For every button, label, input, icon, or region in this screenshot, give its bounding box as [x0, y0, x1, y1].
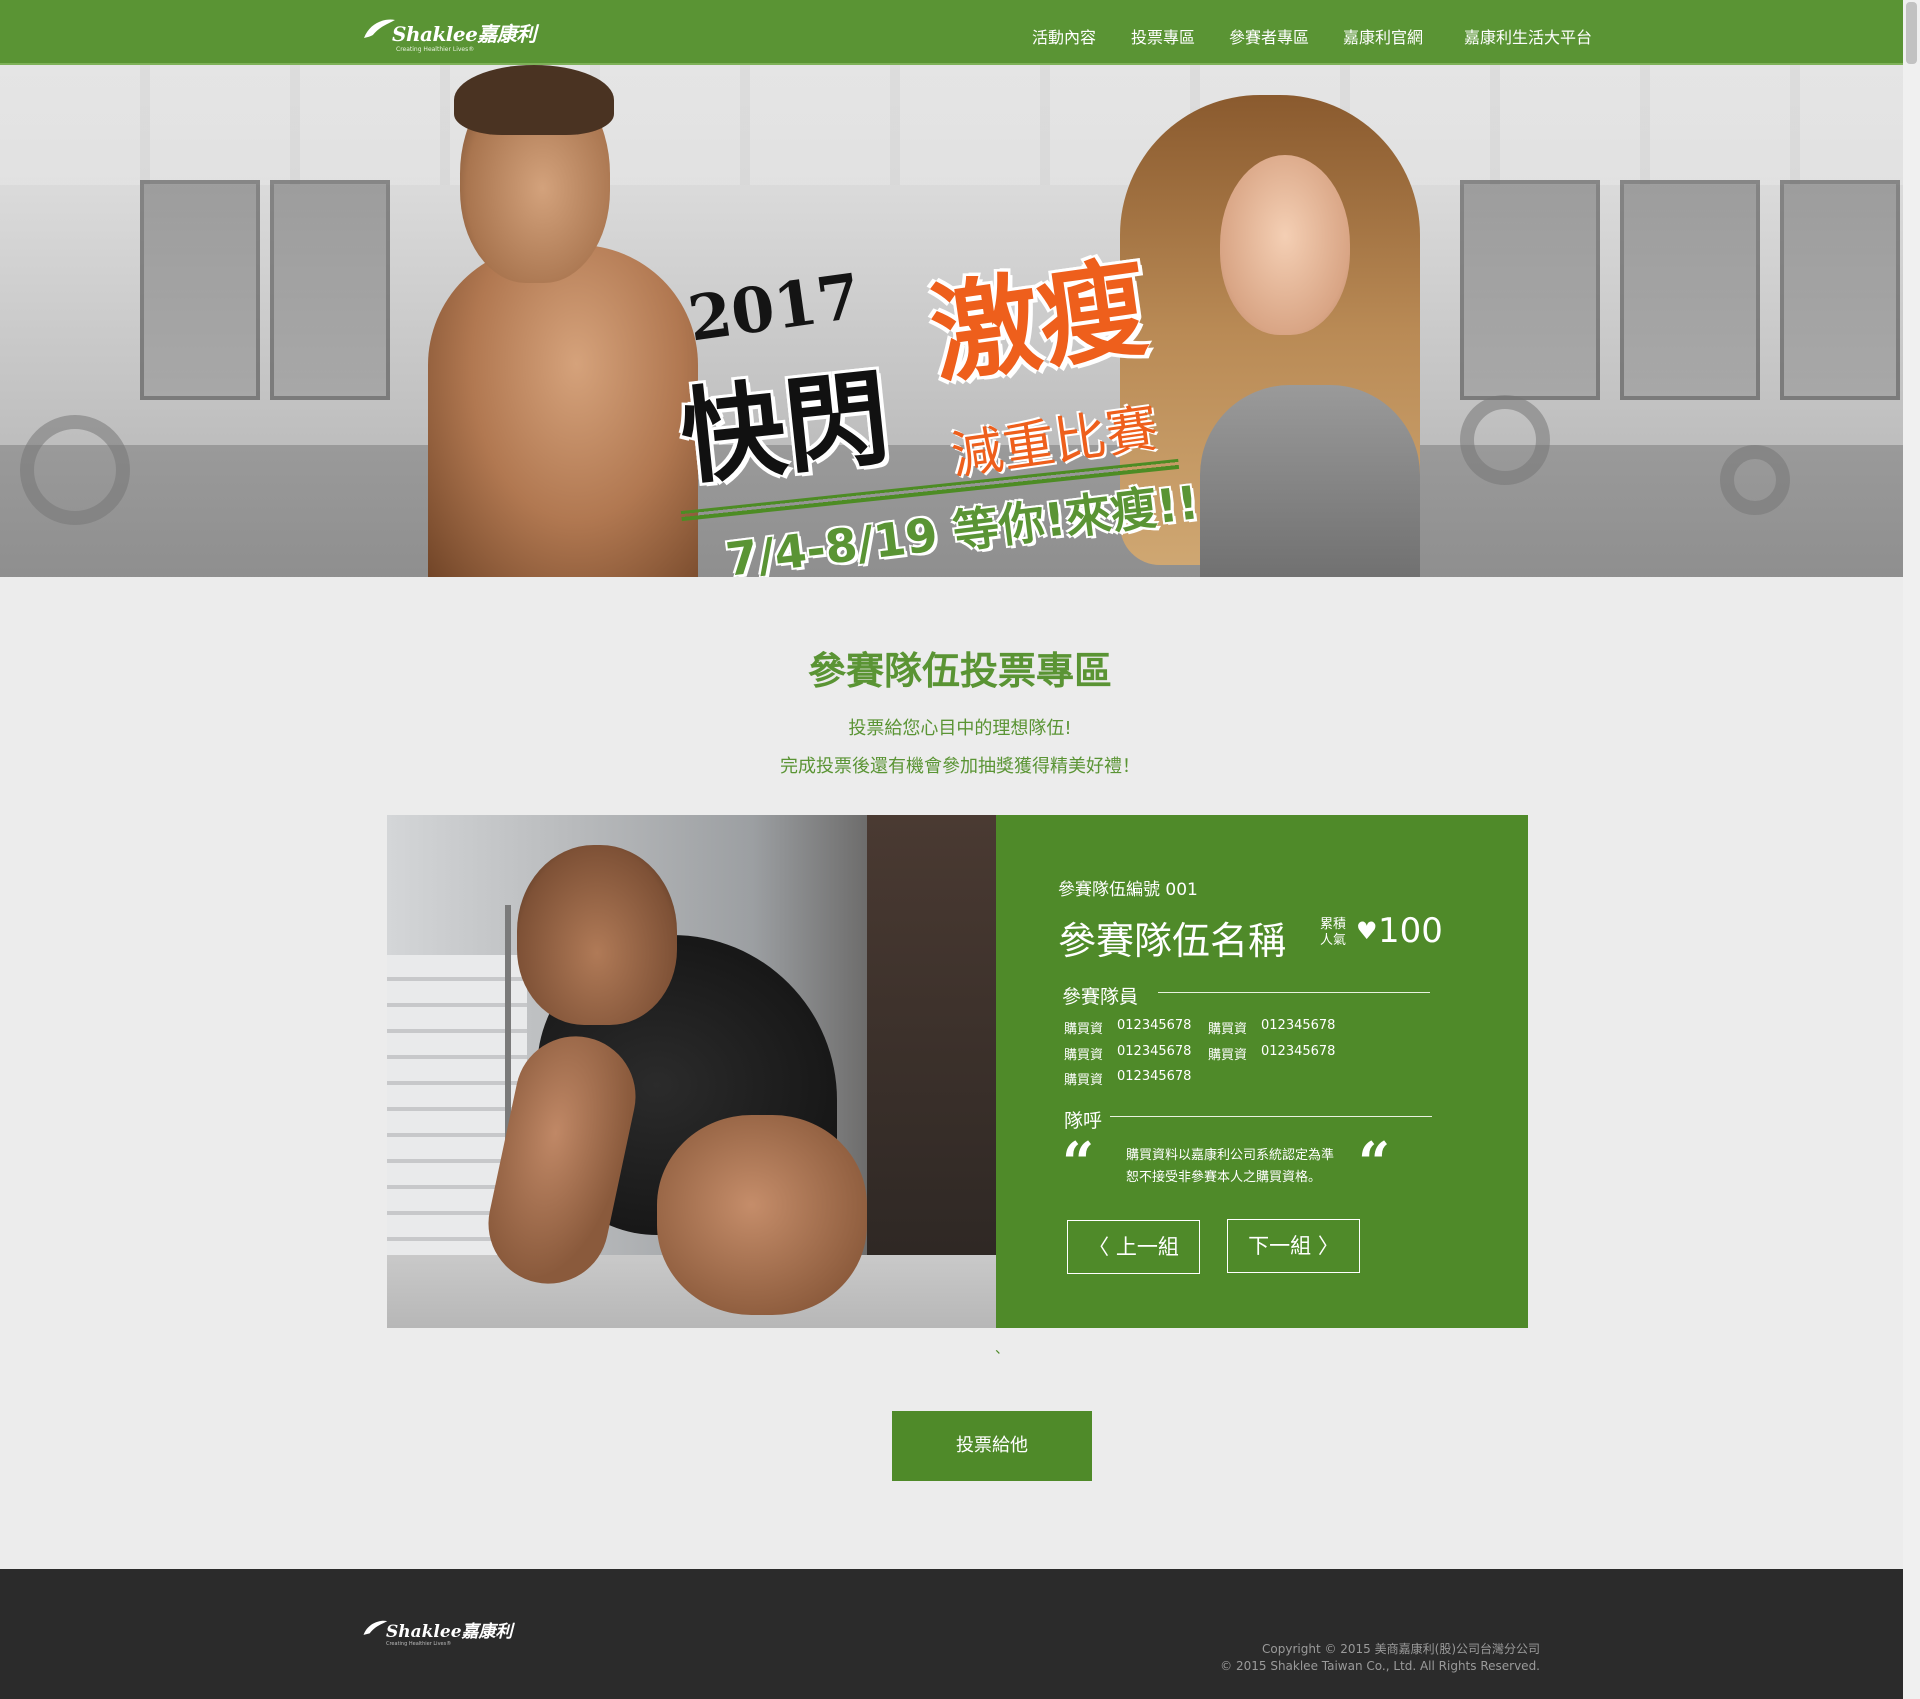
- popularity-label: 累積 人氣: [1319, 917, 1346, 948]
- member-value: 012345678: [1117, 1069, 1192, 1084]
- member-value: 012345678: [1117, 1044, 1192, 1059]
- nav-item-life-platform[interactable]: 嘉康利生活大平台: [1464, 24, 1592, 48]
- footer-logo[interactable]: Shaklee嘉康利 Creating Healthier Lives®: [362, 1617, 542, 1653]
- hero-headline: 2017 激瘦 快閃 減重比賽 7/4-8/19 等你!來瘦!!: [660, 195, 1220, 577]
- team-name: 參賽隊伍名稱: [1058, 919, 1287, 963]
- member-label: 購買資: [1064, 1073, 1104, 1088]
- nav-item-activity[interactable]: 活動內容: [1032, 24, 1096, 48]
- hero-title-orange: 激瘦: [923, 245, 1155, 400]
- hero-banner: 2017 激瘦 快閃 減重比賽 7/4-8/19 等你!來瘦!!: [0, 65, 1920, 577]
- member-label: 購買資: [1208, 1022, 1248, 1037]
- gym-equipment: [1460, 395, 1550, 485]
- members-title: 參賽隊員: [1062, 986, 1139, 1008]
- gym-ceiling: [0, 65, 1920, 185]
- prev-team-button[interactable]: 〈 上一組: [1067, 1220, 1200, 1274]
- gym-window: [270, 180, 390, 400]
- slogan-title: 隊呼: [1064, 1110, 1103, 1132]
- vote-count: 100: [1378, 911, 1443, 951]
- footer: Shaklee嘉康利 Creating Healthier Lives® Cop…: [0, 1569, 1920, 1699]
- footer-logo-tagline: Creating Healthier Lives®: [386, 1641, 452, 1647]
- member-value: 012345678: [1261, 1018, 1336, 1033]
- section-title: 參賽隊伍投票專區: [807, 649, 1112, 693]
- top-nav-bar: Shaklee嘉康利 Creating Healthier Lives® 活動內…: [0, 0, 1920, 65]
- team-info-panel: 參賽隊伍編號 001 參賽隊伍名稱 累積 人氣 ♥ 100 參賽隊員 購買資 0…: [996, 815, 1528, 1328]
- member-value: 012345678: [1117, 1018, 1192, 1033]
- team-photo: [387, 815, 996, 1328]
- member-value: 012345678: [1261, 1044, 1336, 1059]
- main-nav: 活動內容 投票專區 參賽者專區 嘉康利官網 嘉康利生活大平台: [0, 0, 1920, 65]
- next-team-button[interactable]: 下一組 〉: [1227, 1219, 1360, 1273]
- footer-logo-wordmark: Shaklee嘉康利: [386, 1622, 513, 1642]
- gym-window: [1460, 180, 1600, 400]
- member-label: 購買資: [1208, 1048, 1248, 1063]
- gym-equipment: [1720, 445, 1790, 515]
- member-label: 購買資: [1064, 1048, 1104, 1063]
- section-subtitle-line: 完成投票後還有機會參加抽獎獲得精美好禮！: [780, 756, 1140, 777]
- leaf-logo-icon: [363, 1620, 388, 1635]
- quote-close-icon: “: [1358, 1130, 1391, 1196]
- quote-open-icon: “: [1062, 1130, 1095, 1196]
- gym-equipment: [20, 415, 130, 525]
- divider: [1158, 992, 1430, 993]
- vote-button[interactable]: 投票給他: [892, 1411, 1092, 1481]
- gym-window: [140, 180, 260, 400]
- team-number: 參賽隊伍編號 001: [1058, 880, 1198, 900]
- divider: [1110, 1116, 1432, 1117]
- gym-window: [1620, 180, 1760, 400]
- stray-mark: 、: [995, 1341, 1009, 1357]
- nav-item-participants[interactable]: 參賽者專區: [1229, 24, 1309, 48]
- section-subtitle-line: 投票給您心目中的理想隊伍!: [848, 718, 1072, 739]
- heart-icon: ♥: [1356, 917, 1378, 945]
- nav-item-voting[interactable]: 投票專區: [1131, 24, 1195, 48]
- team-slogan: 購買資料以嘉康利公司系統認定為準 恕不接受非參賽本人之購買資格。: [1126, 1148, 1335, 1185]
- nav-item-official-site[interactable]: 嘉康利官網: [1343, 24, 1423, 48]
- gym-window: [1780, 180, 1900, 400]
- scrollbar[interactable]: [1903, 0, 1920, 1699]
- copyright: Copyright © 2015 美商嘉康利(股)公司台灣分公司 © 2015 …: [1220, 1642, 1540, 1673]
- scrollbar-thumb[interactable]: [1906, 2, 1917, 64]
- member-label: 購買資: [1064, 1022, 1104, 1037]
- hero-title-black: 快閃: [675, 356, 895, 500]
